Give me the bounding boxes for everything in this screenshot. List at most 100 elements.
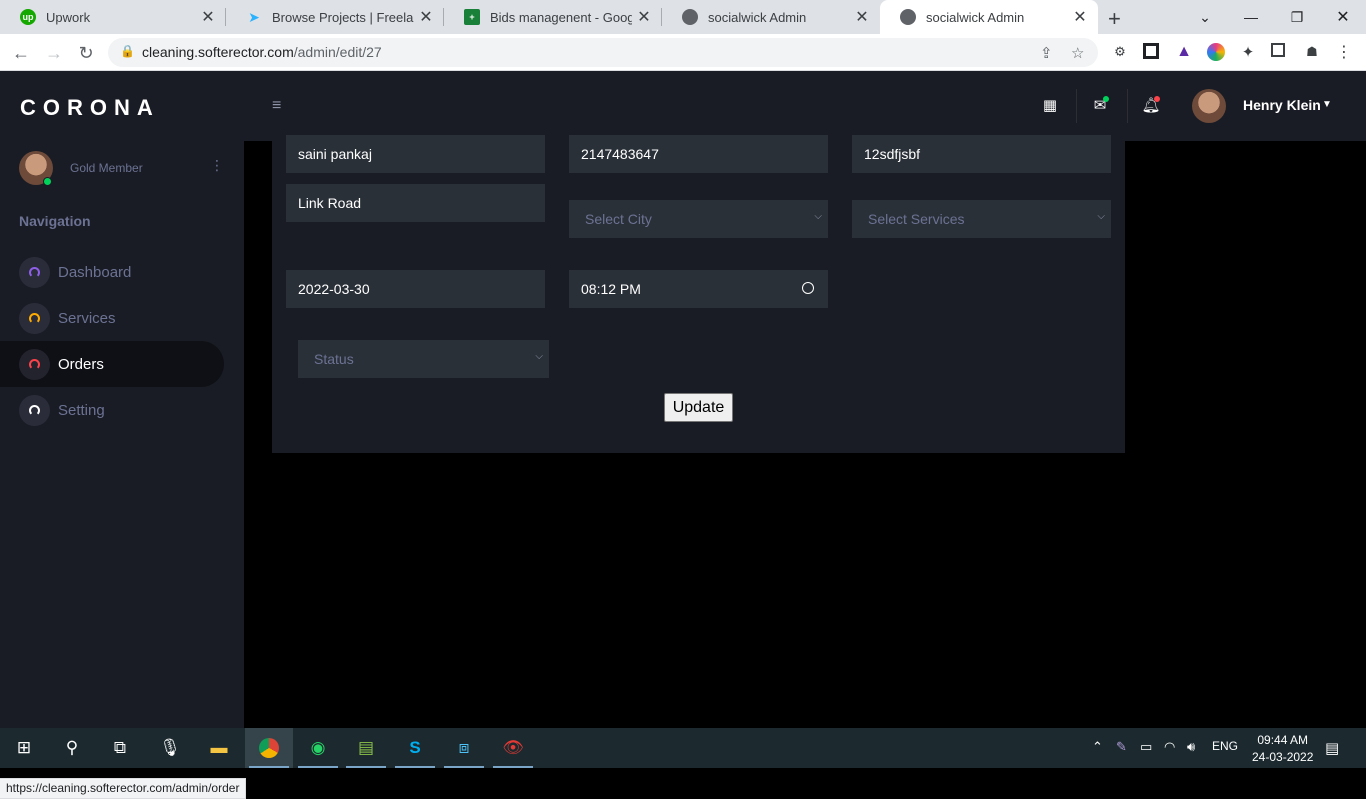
tab-title: Bids managenent - Google Sheets <box>490 9 632 25</box>
speedometer-icon <box>19 302 50 334</box>
reload-icon[interactable]: ↻ <box>73 40 99 66</box>
update-button[interactable]: Update <box>664 393 733 422</box>
freelancer-icon: ➤ <box>248 8 260 25</box>
share-icon[interactable]: ⇪ <box>1040 44 1053 62</box>
forward-icon[interactable]: → <box>41 40 67 66</box>
address-field[interactable]: Link Road <box>286 184 545 222</box>
microphone-app-icon[interactable]: 🎙︎ <box>146 728 194 768</box>
code-field[interactable]: 12sdfjsbf <box>852 135 1111 173</box>
tab-socialwick-1[interactable]: socialwick Admin ✕ <box>662 0 880 34</box>
sidebar-item-label: Setting <box>58 401 105 419</box>
tab-google-sheets[interactable]: + Bids managenent - Google Sheets ✕ <box>444 0 662 34</box>
speedometer-icon <box>19 348 50 380</box>
whatsapp-icon[interactable]: ◉ <box>294 728 342 768</box>
new-tab-icon[interactable]: + <box>1108 6 1121 32</box>
skype-icon[interactable]: S <box>391 728 439 768</box>
profile-role: Gold Member <box>70 161 143 175</box>
globe-icon <box>900 9 916 25</box>
address-bar[interactable]: 🔒 cleaning.softerector.com/admin/edit/27… <box>108 38 1098 67</box>
close-window-icon[interactable]: ✕ <box>1320 0 1366 34</box>
tab-search-icon[interactable]: ⌄ <box>1182 0 1228 34</box>
url-text: cleaning.softerector.com/admin/edit/27 <box>142 44 382 60</box>
chrome-icon[interactable] <box>245 728 293 768</box>
search-icon[interactable]: ⚲ <box>48 728 96 768</box>
date-field[interactable]: 2022-03-30 <box>286 270 545 308</box>
extension-color-icon[interactable] <box>1207 43 1225 61</box>
city-select[interactable]: Select City ⌵ <box>569 200 828 238</box>
chevron-up-icon[interactable]: ⌃ <box>1092 739 1103 755</box>
clock-icon[interactable] <box>802 282 814 294</box>
mail-badge-icon <box>1103 96 1109 102</box>
status-select-placeholder: Status <box>314 351 354 367</box>
extension-icon[interactable]: ⚙ <box>1111 43 1129 61</box>
browser-toolbar: ← → ↻ 🔒 cleaning.softerector.com/admin/e… <box>0 34 1366 71</box>
caret-down-icon[interactable]: ▼ <box>1322 99 1332 110</box>
city-select-placeholder: Select City <box>585 211 652 227</box>
avatar[interactable] <box>1192 89 1226 123</box>
clock-date: 24-03-2022 <box>1252 750 1314 764</box>
tab-socialwick-2[interactable]: socialwick Admin ✕ <box>880 0 1098 34</box>
tab-freelancer[interactable]: ➤ Browse Projects | Freelancer ✕ <box>226 0 444 34</box>
time-field[interactable]: 08:12 PM <box>569 270 828 308</box>
online-status-icon <box>43 177 52 186</box>
wifi-icon[interactable]: ◠ <box>1164 739 1175 755</box>
name-field[interactable]: saini pankaj <box>286 135 545 173</box>
notification-icon[interactable]: ▤ <box>1325 739 1339 757</box>
network-app-icon[interactable]: ⧈ <box>440 728 488 768</box>
sidebar-item-services[interactable]: Services <box>0 295 224 341</box>
hamburger-menu-icon[interactable]: ≡ <box>272 97 281 115</box>
tab-title: Browse Projects | Freelancer <box>272 9 414 25</box>
task-view-icon[interactable]: ⧉ <box>96 728 144 768</box>
top-navbar: ≡ ▦ ✉ 🔔︎ Henry Klein ▼ <box>244 71 1366 141</box>
system-clock[interactable]: 09:44 AM 24-03-2022 <box>1252 732 1313 766</box>
phone-field[interactable]: 2147483647 <box>569 135 828 173</box>
brand-logo[interactable]: CORONA <box>20 95 160 121</box>
speedometer-icon <box>19 394 50 426</box>
sidebar-item-orders[interactable]: Orders <box>0 341 224 387</box>
close-icon[interactable]: ✕ <box>196 7 220 27</box>
language-indicator[interactable]: ENG <box>1212 739 1238 753</box>
close-icon[interactable]: ✕ <box>850 7 874 27</box>
bookmark-star-icon[interactable]: ☆ <box>1071 44 1084 62</box>
profile-menu-icon[interactable]: ⋮ <box>210 157 224 174</box>
speedometer-icon <box>19 256 50 288</box>
eye-app-icon[interactable]: 👁︎ <box>489 728 537 768</box>
sidebar-item-label: Services <box>58 309 116 327</box>
close-icon[interactable]: ✕ <box>414 7 438 27</box>
tab-upwork[interactable]: up Upwork ✕ <box>0 0 226 34</box>
tab-title: socialwick Admin <box>926 9 1025 25</box>
sidebar-item-dashboard[interactable]: Dashboard <box>0 249 224 295</box>
grid-icon[interactable]: ▦ <box>1042 97 1058 114</box>
time-value: 08:12 PM <box>581 281 641 297</box>
status-select[interactable]: Status ⌵ <box>298 340 549 378</box>
tab-title: Upwork <box>46 9 91 25</box>
restore-icon[interactable]: ❐ <box>1274 0 1320 34</box>
close-icon[interactable]: ✕ <box>632 7 656 27</box>
minimize-icon[interactable]: — <box>1228 0 1274 34</box>
profile-icon[interactable]: ☗ <box>1303 43 1321 61</box>
services-select-placeholder: Select Services <box>868 211 965 227</box>
close-icon[interactable]: ✕ <box>1068 7 1092 27</box>
pen-icon[interactable]: ✎ <box>1116 739 1127 755</box>
user-name[interactable]: Henry Klein <box>1243 97 1321 113</box>
services-select[interactable]: Select Services ⌵ <box>852 200 1111 238</box>
sidebar-item-setting[interactable]: Setting <box>0 387 224 433</box>
file-explorer-icon[interactable]: ▬ <box>195 728 243 768</box>
side-panel-icon[interactable] <box>1271 43 1285 57</box>
back-icon[interactable]: ← <box>8 40 34 66</box>
windows-taskbar: ⊞ ⚲ ⧉ 🎙︎ ▬ ◉ ▤ S ⧈ 👁︎ ⌃ ✎ ▭ ◠ 🔊︎ ENG 09:… <box>0 728 1366 768</box>
nav-heading: Navigation <box>19 213 91 229</box>
notepad-icon[interactable]: ▤ <box>342 728 390 768</box>
sidebar-item-label: Dashboard <box>58 263 132 281</box>
puzzle-icon[interactable]: ✦ <box>1239 43 1257 61</box>
windows-start-icon[interactable]: ⊞ <box>0 728 48 768</box>
clock-time: 09:44 AM <box>1257 733 1309 747</box>
extension-square-icon[interactable] <box>1143 43 1159 59</box>
tab-title: socialwick Admin <box>708 9 807 25</box>
sidebar-item-label: Orders <box>58 355 104 373</box>
menu-dots-icon[interactable]: ⋮ <box>1335 43 1353 61</box>
extension-graduation-icon[interactable]: ▲ <box>1175 43 1193 61</box>
chevron-down-icon: ⌵ <box>535 351 543 362</box>
battery-icon[interactable]: ▭ <box>1140 739 1152 755</box>
volume-icon[interactable]: 🔊︎ <box>1187 739 1195 755</box>
